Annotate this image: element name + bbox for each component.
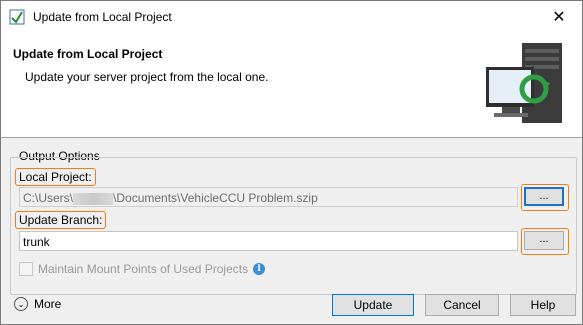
header-title: Update from Local Project	[13, 47, 163, 61]
server-sync-icon	[486, 43, 562, 123]
title-bar: Update from Local Project ✕	[1, 1, 582, 33]
maintain-mount-checkbox[interactable]	[19, 262, 33, 276]
app-icon	[9, 9, 25, 25]
local-project-browse-highlight: ...	[521, 184, 569, 211]
help-button[interactable]: Help	[510, 294, 576, 316]
local-project-browse-button[interactable]: ...	[524, 187, 564, 206]
cancel-button[interactable]: Cancel	[425, 294, 499, 316]
dialog-window: Update from Local Project ✕ Update from …	[0, 0, 583, 325]
update-branch-label: Update Branch:	[15, 211, 107, 229]
local-project-path-suffix: \Documents\VehicleCCU Problem.szip	[113, 191, 318, 205]
close-icon: ✕	[552, 9, 566, 26]
more-toggle[interactable]: ⌄ More	[14, 297, 61, 311]
local-project-label-text: Local Project:	[19, 170, 92, 184]
local-project-label: Local Project:	[15, 168, 96, 186]
update-branch-field[interactable]: trunk	[19, 231, 518, 251]
update-branch-value: trunk	[23, 235, 50, 249]
header-subtitle: Update your server project from the loca…	[25, 70, 269, 84]
dialog-header: Update from Local Project Update your se…	[1, 33, 582, 138]
maintain-mount-row: Maintain Mount Points of Used Projects i	[19, 262, 266, 276]
close-button[interactable]: ✕	[536, 1, 582, 33]
update-branch-label-text: Update Branch:	[19, 213, 103, 227]
more-label: More	[34, 297, 62, 311]
window-title: Update from Local Project	[33, 10, 172, 24]
redacted-username	[73, 192, 114, 205]
chevron-down-icon: ⌄	[14, 297, 28, 311]
update-branch-browse-highlight: ...	[521, 228, 569, 255]
local-project-path-prefix: C:\Users\	[23, 191, 74, 205]
maintain-mount-label: Maintain Mount Points of Used Projects	[38, 262, 249, 276]
local-project-path-field: C:\Users\ \Documents\VehicleCCU Problem.s…	[19, 187, 518, 207]
update-button[interactable]: Update	[332, 294, 414, 316]
update-branch-browse-button[interactable]: ...	[524, 231, 564, 250]
info-icon[interactable]: i	[253, 263, 266, 275]
